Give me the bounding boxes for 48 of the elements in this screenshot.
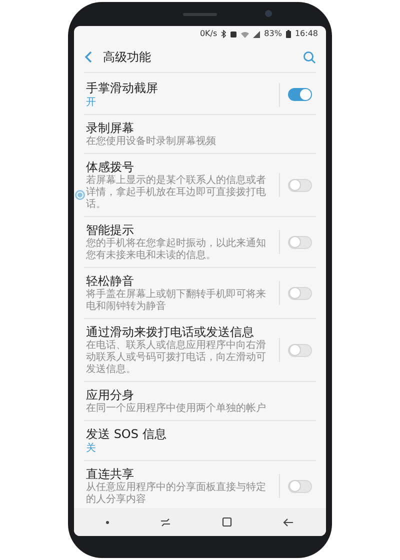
item-title: 轻松静音 [86,273,135,288]
settings-item[interactable]: 手掌滑动截屏 开 [84,75,316,115]
clock: 16:48 [294,28,318,40]
item-title: 应用分身 [86,387,135,402]
toggle-switch[interactable] [288,236,312,248]
settings-item[interactable]: 通过滑动来拨打电话或发送信息 在电话、联系人或信息应用程序中向右滑动联系人或号码可拨打电话，向左滑动可发送信息。 [84,319,316,382]
item-status: 关 [86,442,97,455]
toggle-switch[interactable] [288,344,312,356]
toggle-switch[interactable] [288,286,312,300]
signal-icon [253,30,260,38]
item-title: 通过滑动来拨打电话或发送信息 [86,324,255,340]
back-icon[interactable] [84,51,93,63]
page-title: 高级功能 [103,49,152,66]
item-title: 手掌滑动截屏 [86,80,159,96]
speaker-icon [183,13,217,16]
settings-item[interactable]: 智能提示 您的手机将在您拿起时振动，以此来通知您有未接来电和未读的信息。 [84,217,316,268]
camera-icon [265,10,272,17]
item-title: 体感拨号 [86,159,135,174]
back-arrow-icon[interactable] [283,518,294,526]
settings-item[interactable]: 录制屏幕 在您使用设备时录制屏幕视频 [84,115,316,154]
toggle-switch[interactable] [288,480,312,492]
item-title: 发送 SOS 信息 [86,426,168,442]
settings-item[interactable]: 发送 SOS 信息 关 [84,421,316,461]
wifi-icon [241,30,250,38]
settings-item[interactable]: 体感拨号 若屏幕上显示的是某个联系人的信息或者详情，拿起手机放在耳边即可直接拨打电话。 [84,154,316,217]
bluetooth-icon [221,30,226,38]
item-title: 录制屏幕 [86,120,135,136]
search-icon[interactable] [303,50,316,64]
settings-item[interactable]: 轻松静音 将手盖在屏幕上或朝下翻转手机即可将来电和闹钟转为静音 [84,268,316,319]
item-status: 开 [86,96,97,109]
item-description: 若屏幕上显示的是某个联系人的信息或者详情，拿起手机放在耳边即可直接拨打电话。 [86,175,267,211]
settings-item[interactable]: 应用分身 在同一个应用程序中使用两个单独的帐户 [84,382,316,421]
settings-item[interactable]: 直连共享 从任意应用程序中的分享面板直接与特定的人分享内容 [84,461,316,508]
item-description: 在电话、联系人或信息应用程序中向右滑动联系人或号码可拨打电话，向左滑动可发送信息。 [86,340,267,376]
item-description: 从任意应用程序中的分享面板直接与特定的人分享内容 [86,482,267,506]
item-title: 智能提示 [86,222,135,238]
item-description: 在同一个应用程序中使用两个单独的帐户 [86,403,267,415]
item-description: 您的手机将在您拿起时振动，以此来通知您有未接来电和未读的信息。 [86,238,267,262]
battery-percent: 83% [264,28,282,40]
battery-icon [286,30,291,38]
home-icon[interactable] [222,517,232,527]
item-description: 将手盖在屏幕上或朝下翻转手机即可将来电和闹钟转为静音 [86,289,267,313]
network-speed: 0K/s [200,28,218,40]
item-title: 直连共享 [86,466,135,482]
toggle-switch[interactable] [288,178,312,192]
recent-apps-icon[interactable] [160,518,171,526]
toggle-switch[interactable] [288,88,312,101]
item-description: 在您使用设备时录制屏幕视频 [86,136,217,148]
